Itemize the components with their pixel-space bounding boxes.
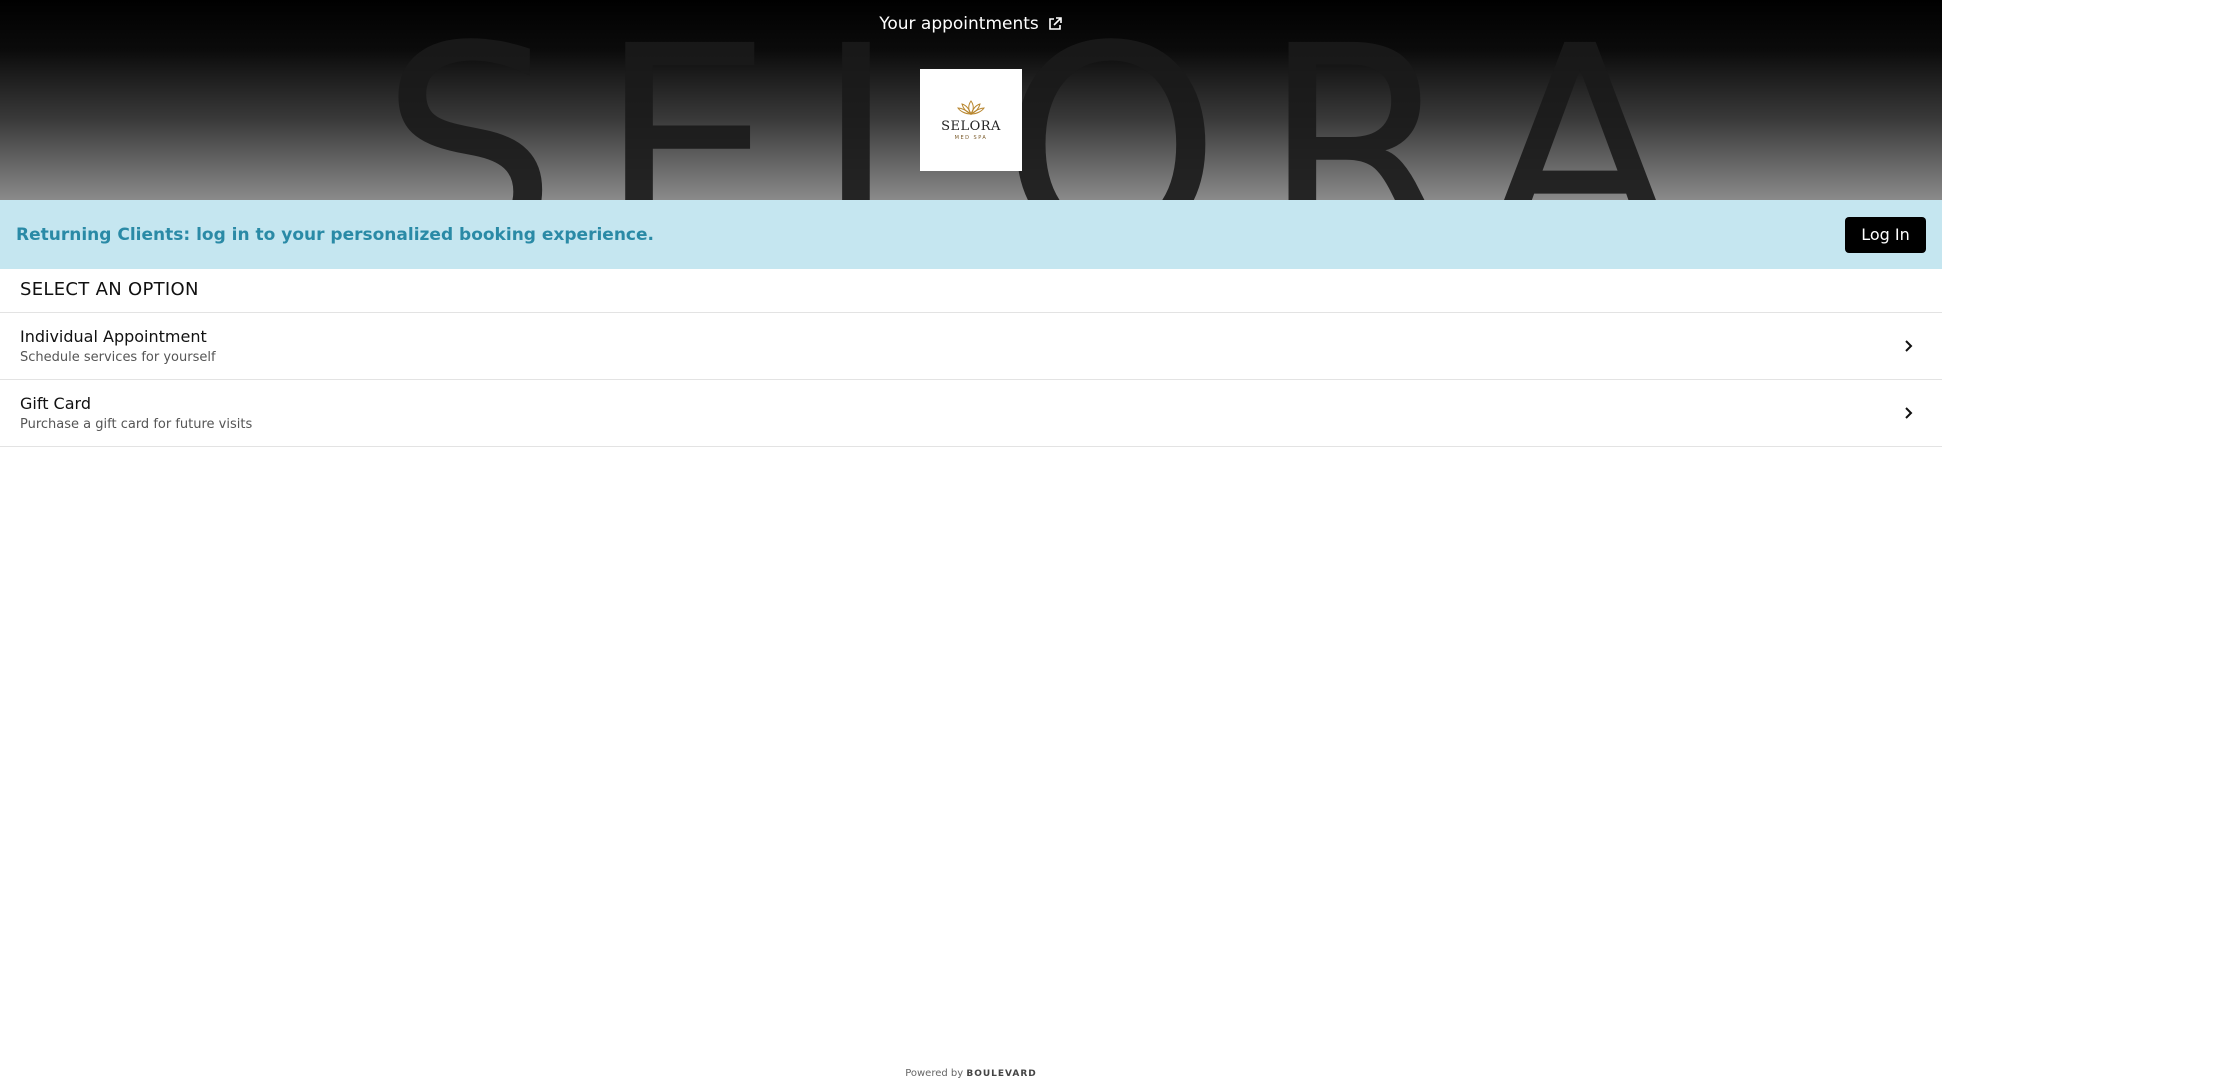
banner-text: Returning Clients: log in to your person… bbox=[16, 224, 654, 245]
option-title: Gift Card bbox=[20, 394, 91, 413]
powered-by-label: Powered by bbox=[905, 1068, 964, 1079]
option-gift-card[interactable]: Gift Card Purchase a gift card for futur… bbox=[0, 380, 1942, 447]
option-text: Gift Card Purchase a gift card for futur… bbox=[20, 394, 252, 432]
returning-clients-banner: Returning Clients: log in to your person… bbox=[0, 200, 1942, 269]
logo-name: SELORA bbox=[941, 119, 1001, 134]
your-appointments-label: Your appointments bbox=[879, 14, 1039, 34]
booking-page: SELORA Your appointments SELORA MED SPA … bbox=[0, 0, 1942, 1080]
boulevard-brand[interactable]: BOULEVARD bbox=[966, 1069, 1036, 1079]
option-subtitle: Purchase a gift card for future visits bbox=[20, 417, 253, 432]
option-list: Individual Appointment Schedule services… bbox=[0, 313, 1942, 447]
chevron-right-icon bbox=[1905, 407, 1913, 419]
chevron-right-icon bbox=[1905, 340, 1913, 352]
option-individual-appointment[interactable]: Individual Appointment Schedule services… bbox=[0, 313, 1942, 380]
hero-header: SELORA Your appointments SELORA MED SPA bbox=[0, 0, 1942, 200]
log-in-button[interactable]: Log In bbox=[1845, 216, 1926, 253]
lotus-logo-icon bbox=[957, 100, 985, 115]
option-text: Individual Appointment Schedule services… bbox=[20, 327, 216, 365]
powered-by-footer: Powered by BOULEVARD bbox=[0, 1068, 1942, 1079]
brand-logo: SELORA MED SPA bbox=[920, 69, 1022, 171]
external-link-icon bbox=[1048, 17, 1062, 30]
logo-subtitle: MED SPA bbox=[954, 135, 988, 141]
option-title: Individual Appointment bbox=[20, 327, 207, 346]
your-appointments-link[interactable]: Your appointments bbox=[879, 14, 1063, 34]
option-subtitle: Schedule services for yourself bbox=[20, 350, 216, 365]
section-title: SELECT AN OPTION bbox=[20, 279, 199, 300]
top-bar: Your appointments bbox=[0, 0, 1942, 48]
